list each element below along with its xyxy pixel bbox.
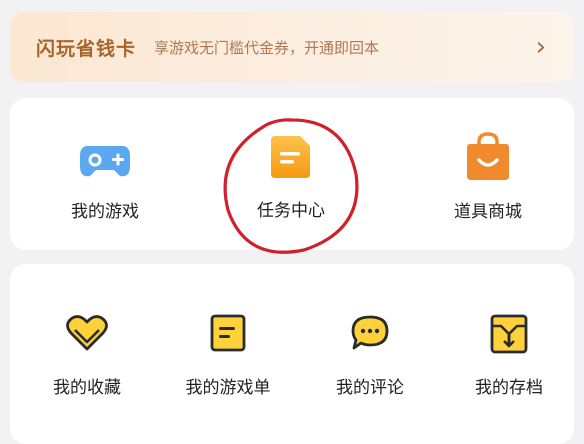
menu-item-label: 我的游戏单 xyxy=(185,378,271,398)
menu-item-saves[interactable]: 我的存档 xyxy=(454,314,564,398)
gamepad-icon xyxy=(80,146,130,177)
menu-item-game-lists[interactable]: 我的游戏单 xyxy=(168,314,288,398)
menu-item-label: 我的游戏 xyxy=(71,202,139,222)
menu-item-item-shop[interactable]: 道具商城 xyxy=(428,132,548,222)
savings-card-banner[interactable]: 闪玩省钱卡 享游戏无门槛代金券，开通即回本 › xyxy=(10,12,574,82)
menu-item-label: 道具商城 xyxy=(454,202,522,222)
heart-icon xyxy=(66,315,108,351)
menu-item-task-center[interactable]: 任务中心 xyxy=(236,134,346,221)
list-icon xyxy=(210,314,246,352)
menu-item-favorites[interactable]: 我的收藏 xyxy=(32,314,142,398)
archive-icon xyxy=(490,314,528,354)
menu-item-my-games[interactable]: 我的游戏 xyxy=(50,140,160,222)
task-icon xyxy=(271,136,310,178)
menu-item-label: 我的收藏 xyxy=(53,378,121,398)
comment-icon xyxy=(351,315,389,350)
menu-item-label: 我的存档 xyxy=(475,378,543,398)
menu-item-label: 我的评论 xyxy=(336,378,404,398)
secondary-menu-card: 我的收藏 我的游戏单 我的评论 我的存档 xyxy=(10,264,574,444)
main-menu-card: 我的游戏 任务中心 道具商城 xyxy=(10,98,574,250)
menu-item-label: 任务中心 xyxy=(257,201,325,221)
promo-title: 闪玩省钱卡 xyxy=(36,37,137,60)
promo-description: 享游戏无门槛代金券，开通即回本 xyxy=(154,38,380,57)
chevron-right-icon: › xyxy=(535,32,546,62)
menu-item-comments[interactable]: 我的评论 xyxy=(315,314,425,398)
shopping-bag-icon xyxy=(467,132,509,180)
